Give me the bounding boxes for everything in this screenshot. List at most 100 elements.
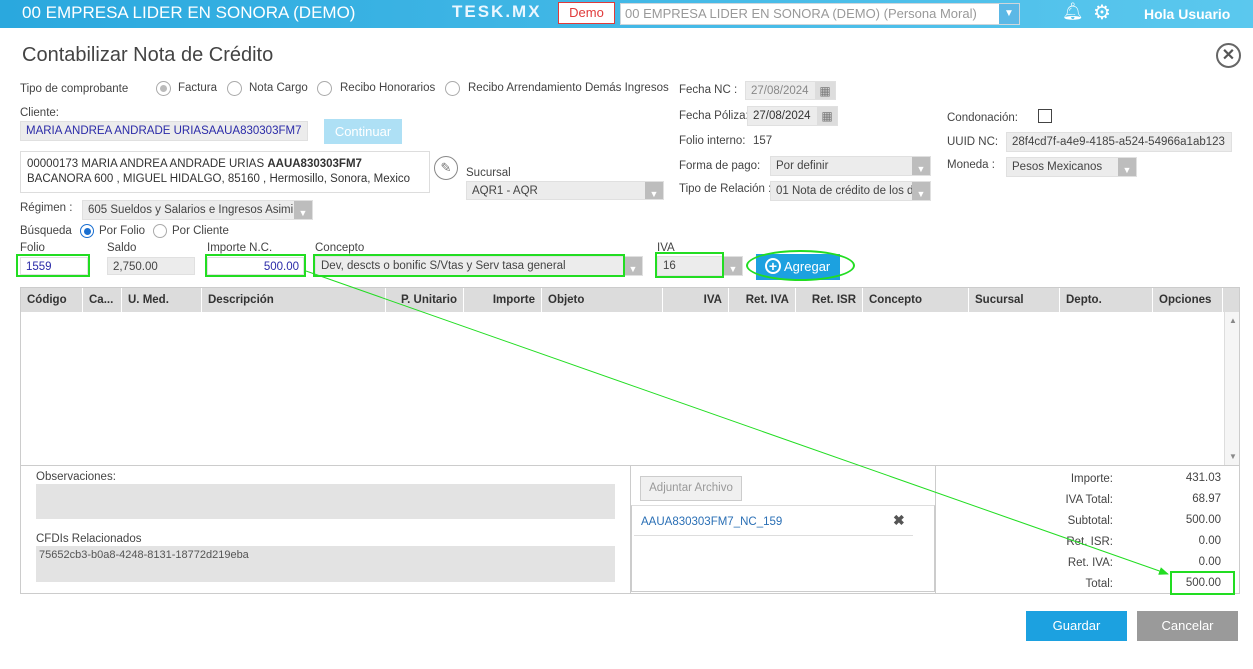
moneda-value: Pesos Mexicanos <box>1012 161 1103 173</box>
company-select[interactable]: 00 EMPRESA LIDER EN SONORA (DEMO) (Perso… <box>620 3 1020 25</box>
cancel-button[interactable]: Cancelar <box>1137 611 1238 641</box>
ret-isr-value: 0.00 <box>1198 535 1221 547</box>
folio-label: Folio <box>20 242 45 254</box>
col-descripcion[interactable]: Descripción <box>202 288 386 312</box>
importe-total-value: 431.03 <box>1185 472 1221 484</box>
col-iva[interactable]: IVA <box>663 288 729 312</box>
fecha-poliza-input[interactable]: 27/08/2024 ▦ <box>747 106 838 126</box>
saldo-value: 2,750.00 <box>107 257 195 275</box>
moneda-select[interactable]: Pesos Mexicanos <box>1006 157 1137 177</box>
observaciones-label: Observaciones: <box>36 471 116 483</box>
regimen-select[interactable]: 605 Sueldos y Salarios e Ingresos Asimil… <box>82 200 313 220</box>
radio-factura[interactable] <box>156 81 171 96</box>
saldo-label: Saldo <box>107 242 137 254</box>
chevron-down-icon[interactable] <box>912 182 930 200</box>
folio-interno-value: 157 <box>753 135 773 147</box>
col-precio[interactable]: P. Unitario <box>386 288 464 312</box>
folio-interno-label: Folio interno: <box>679 135 746 147</box>
fecha-nc-value: 27/08/2024 <box>751 85 809 97</box>
total-label: Total: <box>1085 578 1114 590</box>
table-header: Código Ca... U. Med. Descripción P. Unit… <box>21 288 1239 312</box>
brand-logo[interactable]: TESK.MX <box>452 2 542 22</box>
col-opciones[interactable]: Opciones <box>1153 288 1223 312</box>
top-bar: 00 EMPRESA LIDER EN SONORA (DEMO) TESK.M… <box>0 0 1253 28</box>
radio-por-folio[interactable] <box>80 224 94 238</box>
continue-button[interactable]: Continuar <box>324 119 402 144</box>
importe-nc-label: Importe N.C. <box>207 242 273 254</box>
chevron-down-icon[interactable] <box>1118 158 1136 176</box>
cfdis-textarea[interactable]: 75652cb3-b0a8-4248-8131-18772d219eba <box>36 546 615 582</box>
scroll-down-icon[interactable]: ▼ <box>1229 452 1237 461</box>
observaciones-textarea[interactable] <box>36 484 615 519</box>
col-cantidad[interactable]: Ca... <box>83 288 122 312</box>
chevron-down-icon[interactable] <box>912 157 930 175</box>
importe-total-label: Importe: <box>1070 473 1113 485</box>
condonacion-label: Condonación: <box>947 112 1018 124</box>
radio-recibo-honorarios[interactable] <box>317 81 332 96</box>
radio-nota-cargo-label: Nota Cargo <box>249 82 308 94</box>
chevron-down-icon[interactable] <box>624 257 642 275</box>
radio-por-cliente-label: Por Cliente <box>172 225 229 237</box>
table-scrollbar[interactable]: ▲ ▼ <box>1224 312 1239 465</box>
client-info-name: 00000173 MARIA ANDREA ANDRADE URIAS <box>27 158 268 170</box>
calendar-icon[interactable]: ▦ <box>817 107 837 125</box>
save-button[interactable]: Guardar <box>1026 611 1127 641</box>
col-depto[interactable]: Depto. <box>1060 288 1153 312</box>
col-codigo[interactable]: Código <box>21 288 83 312</box>
subtotal-label: Subtotal: <box>1067 515 1113 527</box>
col-objeto[interactable]: Objeto <box>542 288 663 312</box>
cliente-input[interactable]: MARIA ANDREA ANDRADE URIASAAUA830303FM7 <box>20 121 308 141</box>
chevron-down-icon[interactable] <box>294 201 312 219</box>
radio-recibo-honorarios-label: Recibo Honorarios <box>340 82 436 94</box>
chevron-down-icon[interactable]: ▼ <box>999 4 1019 24</box>
forma-pago-value: Por definir <box>776 160 829 172</box>
chevron-down-icon[interactable] <box>724 257 742 275</box>
sucursal-label: Sucursal <box>466 167 511 179</box>
company-name: 00 EMPRESA LIDER EN SONORA (DEMO) <box>22 3 356 22</box>
client-info-address: BACANORA 600 , MIGUEL HIDALGO, 85160 , H… <box>27 173 411 185</box>
fecha-nc-label: Fecha NC : <box>679 84 738 96</box>
scroll-up-icon[interactable]: ▲ <box>1229 316 1237 325</box>
busqueda-label: Búsqueda <box>20 225 72 237</box>
concepto-label: Concepto <box>315 242 365 254</box>
edit-pencil-icon[interactable]: ✎ <box>434 156 458 180</box>
tipo-relacion-select[interactable]: 01 Nota de crédito de los documentos rel… <box>770 181 931 201</box>
fecha-poliza-value: 27/08/2024 <box>753 110 811 122</box>
forma-pago-select[interactable]: Por definir <box>770 156 931 176</box>
moneda-label: Moneda : <box>947 159 995 171</box>
col-ret-iva[interactable]: Ret. IVA <box>729 288 796 312</box>
close-icon[interactable]: ✕ <box>1216 43 1241 68</box>
col-concepto[interactable]: Concepto <box>863 288 969 312</box>
regimen-label: Régimen : <box>20 202 73 214</box>
sucursal-value: AQR1 - AQR <box>472 185 538 197</box>
col-ret-isr[interactable]: Ret. ISR <box>796 288 863 312</box>
user-menu[interactable]: Hola Usuario <box>1144 6 1230 22</box>
col-sucursal[interactable]: Sucursal <box>969 288 1060 312</box>
condonacion-checkbox[interactable] <box>1038 109 1052 123</box>
calendar-icon[interactable]: ▦ <box>815 82 835 99</box>
bell-icon[interactable]: 🔔︎ <box>1062 2 1084 22</box>
tipo-comprobante-label: Tipo de comprobante <box>20 83 129 95</box>
attach-file-button[interactable]: Adjuntar Archivo <box>640 476 742 501</box>
col-unidad[interactable]: U. Med. <box>122 288 202 312</box>
highlight-importe <box>205 254 306 277</box>
gear-icon[interactable]: ⚙ <box>1093 0 1111 25</box>
radio-recibo-arrendamiento[interactable] <box>445 81 460 96</box>
radio-nota-cargo[interactable] <box>227 81 242 96</box>
iva-total-label: IVA Total: <box>1065 494 1113 506</box>
cfdis-label: CFDIs Relacionados <box>36 533 142 545</box>
sucursal-select[interactable]: AQR1 - AQR <box>466 181 664 200</box>
attached-file-link[interactable]: AAUA830303FM7_NC_159 <box>641 516 782 528</box>
client-info-box: 00000173 MARIA ANDREA ANDRADE URIAS AAUA… <box>20 151 430 193</box>
tipo-relacion-value: 01 Nota de crédito de los documentos rel… <box>776 185 930 197</box>
remove-file-icon[interactable]: ✖ <box>893 512 905 529</box>
col-importe[interactable]: Importe <box>464 288 542 312</box>
fecha-poliza-label: Fecha Póliza: <box>679 110 749 122</box>
divider <box>634 535 913 536</box>
subtotal-value: 500.00 <box>1185 514 1221 526</box>
radio-por-cliente[interactable] <box>153 224 167 238</box>
fecha-nc-input[interactable]: 27/08/2024 ▦ <box>745 81 836 100</box>
chevron-down-icon[interactable] <box>645 182 663 199</box>
cliente-label: Cliente: <box>20 107 59 119</box>
highlight-agregar <box>746 250 855 281</box>
